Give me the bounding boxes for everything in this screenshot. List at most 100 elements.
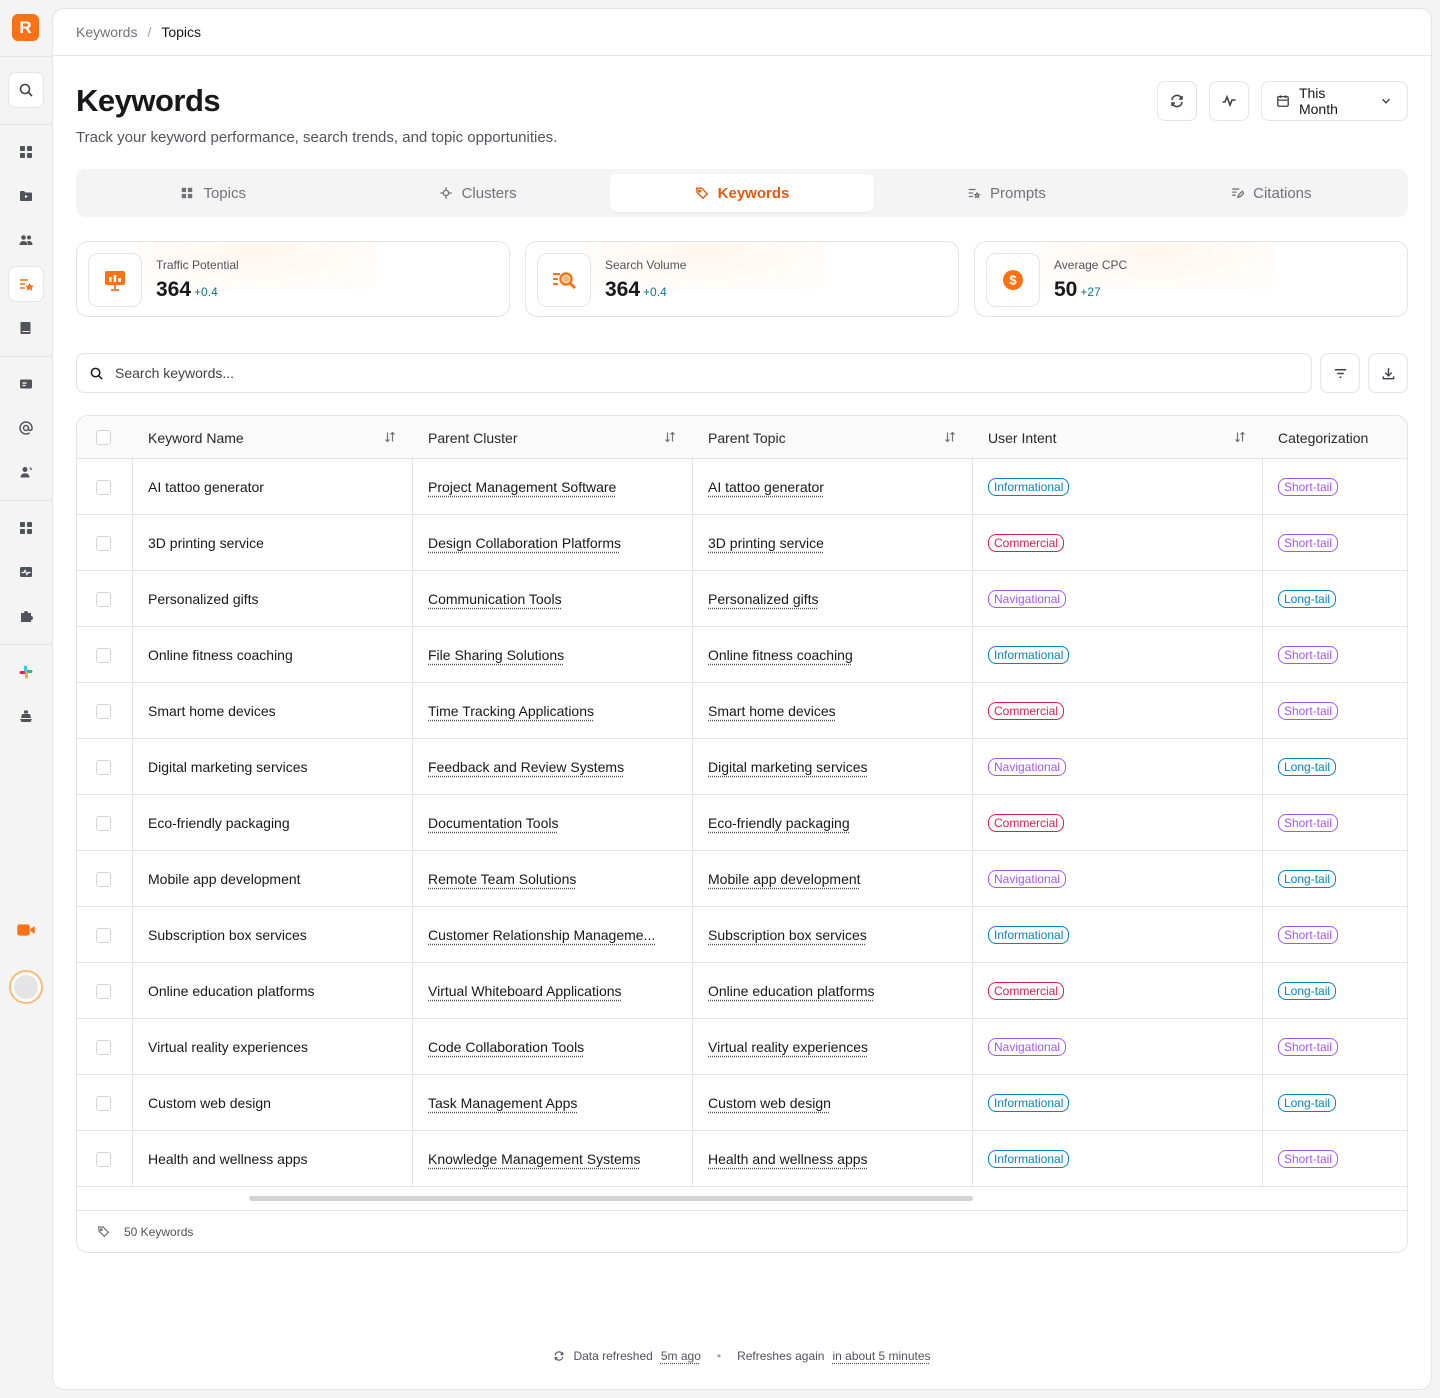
column-header-cluster[interactable]: Parent Cluster xyxy=(412,416,692,459)
parent-topic-link[interactable]: Custom web design xyxy=(708,1095,831,1111)
row-checkbox[interactable] xyxy=(96,703,111,719)
row-checkbox[interactable] xyxy=(96,815,111,831)
parent-cluster-link[interactable]: File Sharing Solutions xyxy=(428,647,564,663)
sort-icon[interactable] xyxy=(1234,431,1246,443)
parent-cluster-link[interactable]: Project Management Software xyxy=(428,479,616,495)
stat-label: Search Volume xyxy=(605,258,687,272)
row-checkbox[interactable] xyxy=(96,479,111,495)
parent-topic-link[interactable]: Health and wellness apps xyxy=(708,1151,868,1167)
row-checkbox[interactable] xyxy=(96,591,111,607)
sidebar-search-button[interactable] xyxy=(8,72,44,108)
parent-topic-link[interactable]: Subscription box services xyxy=(708,927,867,943)
table-row[interactable]: Online education platforms Virtual Whiteb… xyxy=(77,963,1407,1019)
parent-topic-link[interactable]: 3D printing service xyxy=(708,535,824,551)
parent-topic-link[interactable]: Smart home devices xyxy=(708,703,836,719)
parent-cluster-link[interactable]: Code Collaboration Tools xyxy=(428,1039,584,1055)
select-all-checkbox[interactable] xyxy=(96,430,111,445)
parent-topic-link[interactable]: Online fitness coaching xyxy=(708,647,853,663)
table-row[interactable]: AI tattoo generator Project Management So… xyxy=(77,459,1407,515)
table-row[interactable]: Custom web design Task Management Apps Cus… xyxy=(77,1075,1407,1131)
breadcrumb-parent-link[interactable]: Keywords xyxy=(76,24,137,40)
row-checkbox[interactable] xyxy=(96,1151,111,1167)
column-header-keyword[interactable]: Keyword Name xyxy=(132,416,412,459)
download-icon xyxy=(1382,367,1394,379)
parent-cluster-link[interactable]: Task Management Apps xyxy=(428,1095,577,1111)
row-checkbox[interactable] xyxy=(96,535,111,551)
parent-cluster-link[interactable]: Feedback and Review Systems xyxy=(428,759,624,775)
parent-cluster-link[interactable]: Documentation Tools xyxy=(428,815,558,831)
parent-topic-link[interactable]: AI tattoo generator xyxy=(708,479,824,495)
sidebar-item-folders[interactable] xyxy=(8,178,44,214)
categorization-badge: Short-tail xyxy=(1278,646,1339,664)
download-button[interactable] xyxy=(1368,353,1408,393)
sidebar-item-users[interactable] xyxy=(8,222,44,258)
sidebar-item-apps[interactable] xyxy=(8,510,44,546)
table-row[interactable]: Health and wellness apps Knowledge Manage… xyxy=(77,1131,1407,1187)
folder-play-icon xyxy=(20,191,32,201)
table-row[interactable]: Virtual reality experiences Code Collabor… xyxy=(77,1019,1407,1075)
parent-topic-link[interactable]: Mobile app development xyxy=(708,871,861,887)
sidebar-item-plugins[interactable] xyxy=(8,598,44,634)
stat-value: 364 xyxy=(605,278,641,301)
tab-clusters[interactable]: Clusters xyxy=(345,174,609,212)
sort-icon[interactable] xyxy=(944,431,956,443)
sidebar-item-monitor[interactable] xyxy=(8,554,44,590)
table-row[interactable]: Personalized gifts Communication Tools Per… xyxy=(77,571,1407,627)
row-checkbox[interactable] xyxy=(96,759,111,775)
row-checkbox[interactable] xyxy=(96,1039,111,1055)
parent-cluster-link[interactable]: Design Collaboration Platforms xyxy=(428,535,621,551)
parent-topic-link[interactable]: Online education platforms xyxy=(708,983,875,999)
table-row[interactable]: Digital marketing services Feedback and R… xyxy=(77,739,1407,795)
sidebar-item-dashboard[interactable] xyxy=(8,134,44,170)
user-avatar[interactable] xyxy=(9,970,43,1004)
tab-keywords[interactable]: Keywords xyxy=(609,174,875,212)
row-checkbox[interactable] xyxy=(96,1095,111,1111)
parent-cluster-link[interactable]: Communication Tools xyxy=(428,591,562,607)
parent-cluster-link[interactable]: Customer Relationship Manageme... xyxy=(428,927,655,943)
table-row[interactable]: Subscription box services Customer Relati… xyxy=(77,907,1407,963)
parent-topic-link[interactable]: Virtual reality experiences xyxy=(708,1039,868,1055)
parent-topic-cell: Eco-friendly packaging xyxy=(708,795,968,851)
table-row[interactable]: Smart home devices Time Tracking Applicat… xyxy=(77,683,1407,739)
date-range-select[interactable]: This Month xyxy=(1261,81,1408,121)
table-row[interactable]: 3D printing service Design Collaboration … xyxy=(77,515,1407,571)
keyword-name: Personalized gifts xyxy=(148,591,259,607)
sidebar-item-mentions[interactable] xyxy=(8,410,44,446)
parent-cluster-link[interactable]: Virtual Whiteboard Applications xyxy=(428,983,622,999)
horizontal-scrollbar[interactable] xyxy=(249,1196,973,1201)
column-header-intent[interactable]: User Intent xyxy=(972,416,1262,459)
row-checkbox[interactable] xyxy=(96,983,111,999)
parent-topic-link[interactable]: Eco-friendly packaging xyxy=(708,815,850,831)
sidebar-item-slack[interactable] xyxy=(8,654,44,690)
tab-citations[interactable]: Citations xyxy=(1139,174,1403,212)
sidebar-item-agent[interactable] xyxy=(8,454,44,490)
column-header-topic[interactable]: Parent Topic xyxy=(692,416,972,459)
refresh-button[interactable] xyxy=(1157,81,1197,121)
parent-cluster-link[interactable]: Time Tracking Applications xyxy=(428,703,594,719)
table-row[interactable]: Eco-friendly packaging Documentation Tool… xyxy=(77,795,1407,851)
row-checkbox[interactable] xyxy=(96,871,111,887)
sidebar-item-docs[interactable] xyxy=(8,310,44,346)
sidebar-item-ship[interactable] xyxy=(8,698,44,734)
sidebar-item-cards[interactable] xyxy=(8,366,44,402)
filter-button[interactable] xyxy=(1320,353,1360,393)
app-logo[interactable]: R xyxy=(12,14,39,41)
parent-cluster-link[interactable]: Remote Team Solutions xyxy=(428,871,576,887)
sidebar-item-keywords[interactable] xyxy=(8,266,44,302)
search-input[interactable]: Search keywords... xyxy=(76,353,1312,393)
tab-prompts[interactable]: Prompts xyxy=(874,174,1138,212)
parent-topic-link[interactable]: Digital marketing services xyxy=(708,759,868,775)
row-checkbox[interactable] xyxy=(96,647,111,663)
column-header-categorization[interactable]: Categorization xyxy=(1262,416,1407,459)
row-checkbox[interactable] xyxy=(96,927,111,943)
table-row[interactable]: Mobile app development Remote Team Soluti… xyxy=(77,851,1407,907)
activity-button[interactable] xyxy=(1209,81,1249,121)
parent-topic-link[interactable]: Personalized gifts xyxy=(708,591,819,607)
sort-icon[interactable] xyxy=(384,431,396,443)
tab-topics[interactable]: Topics xyxy=(81,174,345,212)
sidebar-item-video[interactable] xyxy=(8,912,44,948)
table-row[interactable]: Online fitness coaching File Sharing Solu… xyxy=(77,627,1407,683)
parent-cluster-link[interactable]: Knowledge Management Systems xyxy=(428,1151,640,1167)
sort-icon[interactable] xyxy=(664,431,676,443)
table-header: Keyword Name Parent Cluster Parent Topic… xyxy=(77,416,1407,459)
